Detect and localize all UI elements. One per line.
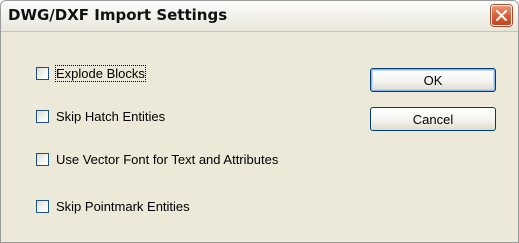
skip-hatch-checkbox[interactable] xyxy=(36,109,49,123)
vector-font-checkbox[interactable] xyxy=(36,152,49,166)
close-button[interactable] xyxy=(491,5,512,26)
vector-font-option[interactable]: Use Vector Font for Text and Attributes xyxy=(36,151,278,167)
close-icon xyxy=(496,10,507,21)
title-bar[interactable]: DWG/DXF Import Settings xyxy=(1,1,518,32)
explode-blocks-option[interactable]: Explode Blocks xyxy=(36,64,146,82)
skip-pointmark-checkbox[interactable] xyxy=(36,199,49,213)
vector-font-label[interactable]: Use Vector Font for Text and Attributes xyxy=(56,152,278,167)
skip-pointmark-option[interactable]: Skip Pointmark Entities xyxy=(36,198,190,214)
import-settings-dialog: DWG/DXF Import Settings Explode Blocks S… xyxy=(0,0,519,243)
skip-hatch-label[interactable]: Skip Hatch Entities xyxy=(56,109,165,124)
explode-blocks-label[interactable]: Explode Blocks xyxy=(55,64,146,82)
ok-button[interactable]: OK xyxy=(370,68,496,92)
explode-blocks-checkbox[interactable] xyxy=(36,66,49,80)
cancel-button[interactable]: Cancel xyxy=(370,107,496,131)
skip-pointmark-label[interactable]: Skip Pointmark Entities xyxy=(56,199,190,214)
skip-hatch-option[interactable]: Skip Hatch Entities xyxy=(36,108,165,124)
dialog-title: DWG/DXF Import Settings xyxy=(8,6,228,24)
dialog-body: Explode Blocks Skip Hatch Entities Use V… xyxy=(1,32,518,242)
